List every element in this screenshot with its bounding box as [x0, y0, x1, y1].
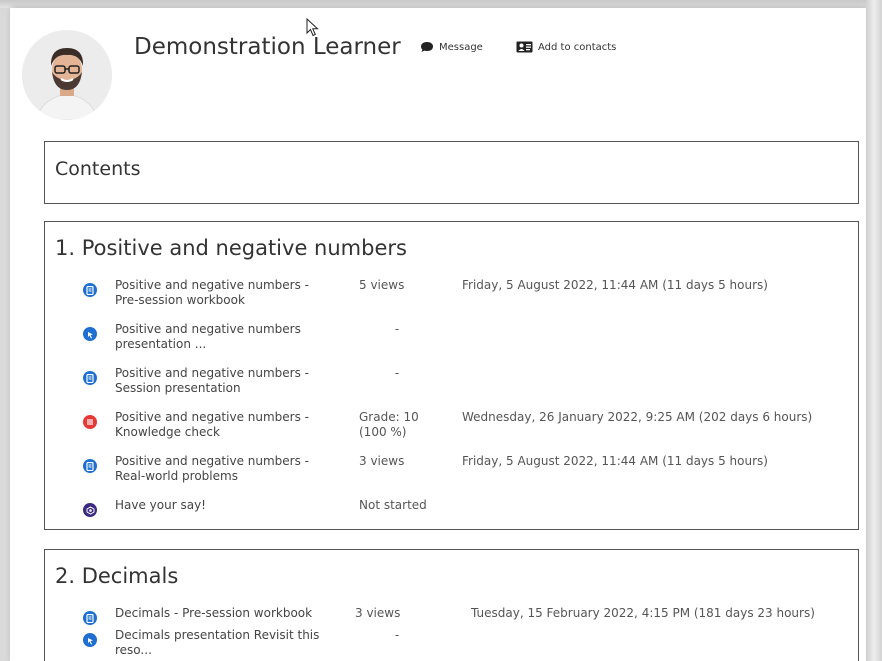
- contents-title: Contents: [55, 158, 141, 180]
- address-book-icon: [516, 41, 533, 53]
- chat-bubble-icon: [421, 42, 433, 52]
- activity-views: -: [394, 366, 400, 380]
- feedback-icon: [83, 503, 97, 517]
- section-decimals: 2. Decimals Decimals - Pre-session workb…: [44, 549, 859, 661]
- mouse-cursor-icon: [306, 18, 319, 37]
- page-icon: [83, 611, 97, 625]
- activity-views: -: [394, 322, 400, 336]
- activity-last-access: Friday, 5 August 2022, 11:44 AM (11 days…: [462, 454, 768, 468]
- user-outline-report: Demonstration Learner Message Add to con…: [10, 8, 866, 661]
- activity-row: Decimals - Pre-session workbook 3 views …: [45, 606, 858, 628]
- activity-views: 3 views: [355, 606, 401, 620]
- activity-grade: Grade: 10 (100 %): [359, 410, 419, 439]
- activity-status: Not started: [359, 498, 427, 512]
- message-label: Message: [439, 41, 483, 53]
- url-icon: [83, 633, 97, 647]
- activity-row: Positive and negative numbers - Session …: [45, 366, 858, 410]
- activity-views: 3 views: [359, 454, 405, 468]
- activity-last-access: Friday, 5 August 2022, 11:44 AM (11 days…: [462, 278, 768, 292]
- page-icon: [83, 371, 97, 385]
- activity-views: 5 views: [359, 278, 405, 292]
- page-icon: [83, 459, 97, 473]
- avatar[interactable]: [22, 30, 112, 120]
- user-photo: [22, 30, 112, 120]
- window-edge: [866, 0, 882, 661]
- quiz-icon: [83, 415, 97, 429]
- section-title: 2. Decimals: [55, 564, 179, 588]
- activity-name-link[interactable]: Positive and negative numbers - Real-wor…: [115, 454, 325, 484]
- activity-row: Positive and negative numbers - Real-wor…: [45, 454, 858, 498]
- section-positive-negative-numbers: 1. Positive and negative numbers Positiv…: [44, 221, 859, 530]
- page-icon: [83, 283, 97, 297]
- activity-row: Decimals presentation Revisit this reso.…: [45, 628, 858, 661]
- message-link[interactable]: Message: [420, 41, 483, 53]
- activity-row: Positive and negative numbers presentati…: [45, 322, 858, 366]
- activity-name-link[interactable]: Positive and negative numbers presentati…: [115, 322, 325, 352]
- activity-row: Have your say! Not started: [45, 498, 858, 520]
- activity-name-link[interactable]: Decimals presentation Revisit this reso.…: [115, 628, 345, 658]
- activity-row: Positive and negative numbers - Pre-sess…: [45, 278, 858, 322]
- activity-name-link[interactable]: Positive and negative numbers - Knowledg…: [115, 410, 325, 440]
- section-title: 1. Positive and negative numbers: [55, 236, 407, 260]
- activity-row: Positive and negative numbers - Knowledg…: [45, 410, 858, 454]
- activity-name-link[interactable]: Positive and negative numbers - Session …: [115, 366, 325, 396]
- activity-last-access: Tuesday, 15 February 2022, 4:15 PM (181 …: [471, 606, 815, 620]
- activity-last-access: Wednesday, 26 January 2022, 9:25 AM (202…: [462, 410, 813, 424]
- activity-name-link[interactable]: Have your say!: [115, 498, 325, 513]
- user-name[interactable]: Demonstration Learner: [134, 34, 401, 60]
- activity-name-link[interactable]: Positive and negative numbers - Pre-sess…: [115, 278, 325, 308]
- add-to-contacts-label: Add to contacts: [538, 41, 617, 53]
- activity-name-link[interactable]: Decimals - Pre-session workbook: [115, 606, 345, 621]
- url-icon: [83, 327, 97, 341]
- window-top-bar: [0, 0, 882, 8]
- add-to-contacts-link[interactable]: Add to contacts: [516, 41, 616, 53]
- activity-views: -: [394, 628, 400, 642]
- contents-box: Contents: [44, 141, 859, 204]
